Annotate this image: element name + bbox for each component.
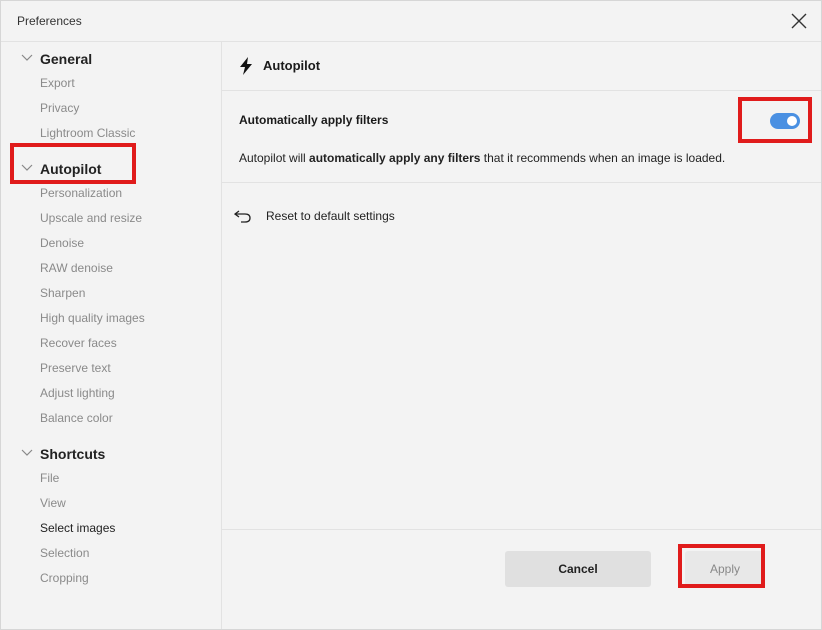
section-title: Autopilot	[263, 58, 321, 73]
chevron-down-icon	[21, 54, 33, 61]
sidebar-item-upscale-and-resize[interactable]: Upscale and resize	[40, 210, 142, 226]
apply-button[interactable]: Apply	[685, 551, 765, 587]
sidebar-item-personalization[interactable]: Personalization	[40, 185, 122, 201]
sidebar-item-privacy[interactable]: Privacy	[40, 100, 79, 116]
preferences-window: Preferences General Export Privacy Light…	[0, 0, 822, 630]
sidebar-group-shortcuts[interactable]: Shortcuts	[1, 443, 221, 465]
reset-label: Reset to default settings	[266, 209, 395, 223]
sidebar-item-lightroom-classic[interactable]: Lightroom Classic	[40, 125, 135, 141]
sidebar-item-sharpen[interactable]: Sharpen	[40, 285, 85, 301]
chevron-down-icon	[21, 164, 33, 171]
auto-apply-toggle[interactable]	[770, 113, 800, 129]
title-bar: Preferences	[1, 1, 821, 42]
setting-label: Automatically apply filters	[239, 113, 389, 127]
sidebar: General Export Privacy Lightroom Classic…	[1, 42, 222, 629]
setting-auto-apply-filters: Automatically apply filters Autopilot wi…	[222, 91, 821, 183]
sidebar-item-adjust-lighting[interactable]: Adjust lighting	[40, 385, 115, 401]
window-title: Preferences	[17, 14, 82, 28]
sidebar-item-recover-faces[interactable]: Recover faces	[40, 335, 117, 351]
desc-prefix: Autopilot will	[239, 151, 310, 165]
chevron-down-icon	[21, 449, 33, 456]
desc-bold: automatically apply any filters	[309, 151, 481, 165]
sidebar-item-high-quality-images[interactable]: High quality images	[40, 310, 145, 326]
main-panel: Autopilot Automatically apply filters Au…	[222, 42, 821, 629]
sidebar-item-preserve-text[interactable]: Preserve text	[40, 360, 111, 376]
sidebar-group-label: Shortcuts	[40, 446, 106, 462]
sidebar-item-view[interactable]: View	[40, 495, 66, 511]
sidebar-item-cropping[interactable]: Cropping	[40, 570, 89, 586]
lightning-bolt-icon	[240, 57, 252, 75]
sidebar-group-label: Autopilot	[40, 161, 102, 177]
desc-suffix: that it recommends when an image is load…	[480, 151, 726, 165]
sidebar-group-autopilot[interactable]: Autopilot	[1, 158, 221, 180]
dialog-footer: Cancel Apply	[222, 529, 821, 630]
sidebar-item-balance-color[interactable]: Balance color	[40, 410, 113, 426]
sidebar-item-raw-denoise[interactable]: RAW denoise	[40, 260, 113, 276]
sidebar-group-label: General	[40, 51, 93, 67]
sidebar-group-general[interactable]: General	[1, 48, 221, 70]
sidebar-item-selection[interactable]: Selection	[40, 545, 89, 561]
reset-defaults-button[interactable]: Reset to default settings	[234, 207, 434, 227]
setting-description: Autopilot will automatically apply any f…	[239, 151, 725, 165]
sidebar-item-denoise[interactable]: Denoise	[40, 235, 84, 251]
cancel-button[interactable]: Cancel	[505, 551, 651, 587]
toggle-knob	[787, 116, 797, 126]
sidebar-item-select-images[interactable]: Select images	[40, 520, 115, 536]
undo-icon	[234, 210, 251, 223]
sidebar-item-file[interactable]: File	[40, 470, 59, 486]
close-button[interactable]	[787, 9, 811, 33]
sidebar-item-export[interactable]: Export	[40, 75, 75, 91]
section-header: Autopilot	[222, 42, 821, 91]
close-icon	[791, 13, 807, 29]
